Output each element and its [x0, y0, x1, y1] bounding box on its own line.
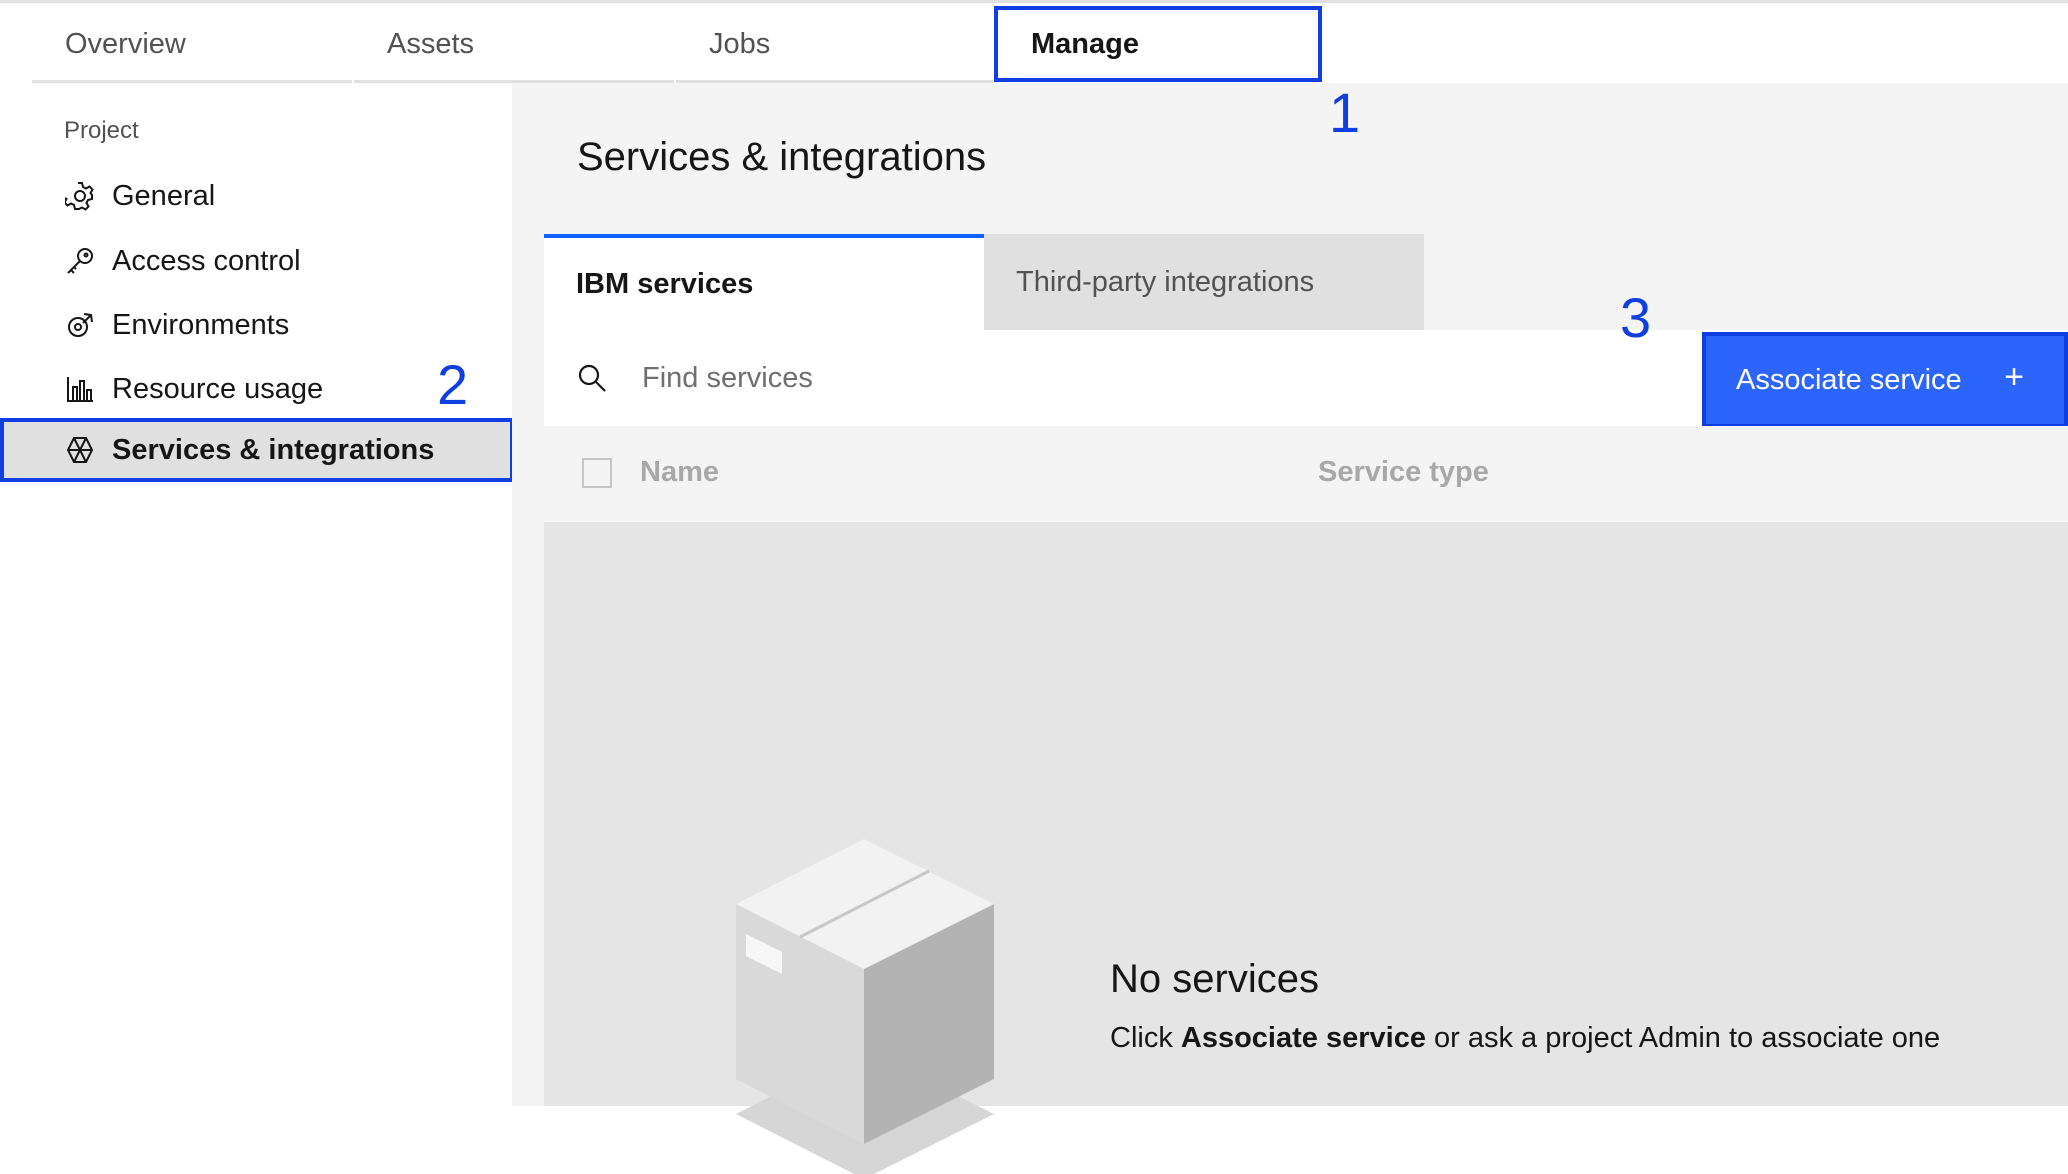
- tab-jobs[interactable]: Jobs: [676, 6, 994, 84]
- tab-manage-label: Manage: [1031, 27, 1139, 60]
- main-content: Services & integrations IBM services Thi…: [512, 83, 2068, 1174]
- environments-icon: [64, 309, 96, 341]
- annotation-marker-1: 1: [1329, 81, 1361, 144]
- tab-assets-label: Assets: [387, 28, 475, 60]
- key-icon: [64, 245, 96, 277]
- tab-ibm-services[interactable]: IBM services: [544, 234, 984, 330]
- services-icon: [64, 434, 96, 466]
- column-header-name[interactable]: Name: [640, 456, 719, 489]
- search-icon: [576, 362, 608, 394]
- select-all-checkbox[interactable]: [582, 458, 612, 488]
- plus-icon: +: [2004, 358, 2024, 396]
- table-toolbar: Associate service +: [544, 330, 2068, 428]
- sidebar-item-label: Access control: [112, 244, 301, 277]
- table-header: Name Service type: [544, 426, 2068, 522]
- sidebar-item-label: General: [112, 179, 216, 212]
- sidebar-item-services-integrations[interactable]: Services & integrations: [0, 418, 514, 482]
- sidebar-item-label: Services & integrations: [112, 433, 435, 466]
- tab-jobs-label: Jobs: [709, 28, 771, 60]
- top-tab-bar: Overview Assets Jobs Manage: [0, 3, 2068, 84]
- sidebar-item-resource-usage[interactable]: Resource usage: [0, 357, 512, 421]
- gear-icon: [64, 180, 96, 212]
- tab-manage[interactable]: Manage: [994, 6, 1322, 82]
- associate-service-label: Associate service: [1736, 363, 1962, 396]
- tab-overview-label: Overview: [65, 28, 186, 60]
- sidebar-item-label: Environments: [112, 308, 290, 341]
- annotation-marker-3: 3: [1620, 286, 1652, 349]
- empty-state-title: No services: [1110, 957, 1319, 1001]
- page-title: Services & integrations: [577, 135, 987, 179]
- bar-chart-icon: [64, 373, 96, 405]
- sidebar-heading: Project: [64, 117, 139, 144]
- empty-state: No services Click Associate service or a…: [544, 522, 2068, 1174]
- search-input[interactable]: [640, 350, 1540, 406]
- tab-ibm-services-label: IBM services: [576, 267, 754, 300]
- tab-overview[interactable]: Overview: [32, 6, 352, 84]
- sidebar-item-environments[interactable]: Environments: [0, 293, 512, 357]
- annotation-marker-2: 2: [437, 353, 469, 416]
- tab-third-party-integrations[interactable]: Third-party integrations: [984, 234, 1424, 330]
- empty-box-illustration: [736, 839, 994, 1174]
- sidebar-item-general[interactable]: General: [0, 164, 512, 228]
- sidebar-item-access-control[interactable]: Access control: [0, 229, 512, 293]
- associate-service-button[interactable]: Associate service +: [1702, 332, 2068, 428]
- sidebar: Project General Access control Environme…: [0, 83, 514, 1106]
- column-header-service-type[interactable]: Service type: [1318, 456, 1489, 489]
- sidebar-item-label: Resource usage: [112, 372, 324, 405]
- empty-state-text: Click Associate service or ask a project…: [1110, 1022, 1941, 1054]
- tab-assets[interactable]: Assets: [354, 6, 674, 84]
- tab-third-party-label: Third-party integrations: [1016, 265, 1315, 298]
